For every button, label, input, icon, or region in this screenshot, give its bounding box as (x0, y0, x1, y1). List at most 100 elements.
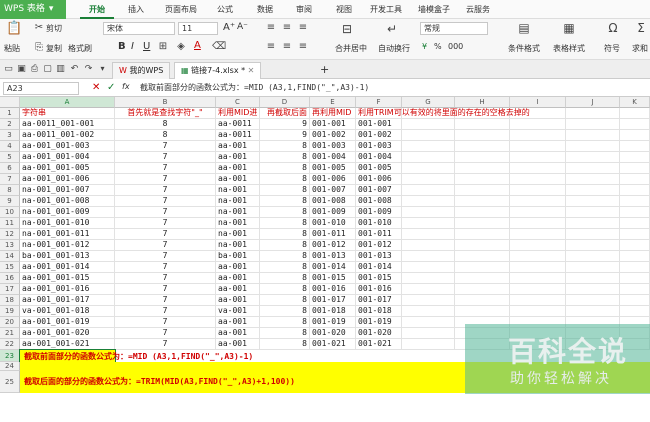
table-cell[interactable]: 001-011 (310, 229, 356, 240)
italic-button[interactable]: I (131, 41, 134, 52)
table-cell[interactable]: 001-005 (310, 163, 356, 174)
table-cell[interactable]: 001-010 (356, 218, 402, 229)
table-cell[interactable]: 001-015 (356, 273, 402, 284)
table-cell[interactable] (566, 108, 620, 119)
wrap-text-button[interactable]: 自动换行 (378, 43, 410, 54)
table-cell[interactable]: aa-001_001-015 (20, 273, 115, 284)
table-cell[interactable] (510, 273, 566, 284)
table-cell[interactable] (455, 218, 510, 229)
table-cell[interactable]: 7 (115, 196, 216, 207)
table-cell[interactable]: 7 (115, 141, 216, 152)
table-cell[interactable]: aa-001_001-017 (20, 295, 115, 306)
table-cell[interactable] (402, 328, 455, 339)
row-header[interactable]: 11 (0, 218, 20, 229)
table-cell[interactable]: 001-008 (310, 196, 356, 207)
tab-insert[interactable]: 插入 (121, 0, 151, 19)
row-header[interactable]: 21 (0, 328, 20, 339)
table-cell[interactable] (455, 185, 510, 196)
table-cell[interactable]: 7 (115, 339, 216, 350)
table-cell[interactable]: 8 (260, 185, 310, 196)
table-cell[interactable]: aa-0011_001-002 (20, 130, 115, 141)
column-header[interactable]: B (115, 97, 216, 108)
table-cell[interactable]: 7 (115, 174, 216, 185)
table-cell[interactable]: 001-021 (356, 339, 402, 350)
tab-data[interactable]: 数据 (250, 0, 280, 19)
table-cell[interactable]: 字符串 (20, 108, 115, 119)
table-cell[interactable] (566, 262, 620, 273)
table-cell[interactable] (455, 306, 510, 317)
row-header[interactable]: 5 (0, 152, 20, 163)
table-cell[interactable] (402, 174, 455, 185)
table-cell[interactable]: 8 (260, 306, 310, 317)
table-cell[interactable]: 001-016 (310, 284, 356, 295)
table-cell[interactable] (620, 240, 650, 251)
table-cell[interactable]: 001-012 (310, 240, 356, 251)
highlight-row[interactable]: 截取前面部分的函数公式为：=MID (A3,1,FIND("_",A3)-1) (19, 349, 253, 363)
table-cell[interactable]: ba-001_001-013 (20, 251, 115, 262)
table-cell[interactable] (510, 130, 566, 141)
table-cell[interactable]: 8 (260, 218, 310, 229)
table-cell[interactable]: aa-0011_001-001 (20, 119, 115, 130)
column-header[interactable]: K (620, 97, 650, 108)
confirm-icon[interactable]: ✓ (107, 82, 115, 93)
table-cell[interactable]: 001-020 (310, 328, 356, 339)
omega-icon[interactable]: Ω (606, 21, 620, 35)
table-cell[interactable] (402, 185, 455, 196)
table-cell[interactable]: 7 (115, 163, 216, 174)
table-cell[interactable]: 8 (260, 317, 310, 328)
table-cell[interactable] (455, 196, 510, 207)
table-cell[interactable] (455, 163, 510, 174)
symbol-button[interactable]: 符号 (604, 43, 620, 54)
table-cell[interactable] (402, 196, 455, 207)
table-cell[interactable]: 8 (260, 141, 310, 152)
font-color-icon[interactable]: A (194, 40, 201, 51)
table-cell[interactable]: aa-001_001-004 (20, 152, 115, 163)
table-cell[interactable]: aa-001 (216, 262, 260, 273)
row-header[interactable]: 25 (0, 371, 20, 393)
column-header[interactable]: H (455, 97, 510, 108)
table-cell[interactable] (510, 207, 566, 218)
table-cell[interactable]: aa-0011 (216, 119, 260, 130)
table-cell[interactable]: 001-013 (310, 251, 356, 262)
table-cell[interactable]: 7 (115, 218, 216, 229)
formula-input[interactable]: 截取前面部分的函数公式为：=MID (A3,1,FIND("_",A3)-1) (140, 82, 369, 93)
table-cell[interactable]: 001-006 (356, 174, 402, 185)
font-name-select[interactable]: 宋体 (103, 22, 175, 35)
table-cell[interactable] (620, 141, 650, 152)
table-cell[interactable]: 001-004 (356, 152, 402, 163)
table-cell[interactable] (566, 130, 620, 141)
table-cell[interactable]: na-001_001-011 (20, 229, 115, 240)
table-cell[interactable]: aa-001_001-016 (20, 284, 115, 295)
table-cell[interactable]: 7 (115, 185, 216, 196)
column-header[interactable]: A (20, 97, 115, 108)
table-cell[interactable]: 001-018 (356, 306, 402, 317)
table-cell[interactable]: aa-001 (216, 328, 260, 339)
table-cell[interactable]: na-001_001-008 (20, 196, 115, 207)
table-cell[interactable] (402, 317, 455, 328)
row-header[interactable]: 19 (0, 306, 20, 317)
table-cell[interactable]: 001-021 (310, 339, 356, 350)
table-cell[interactable]: va-001_001-018 (20, 306, 115, 317)
eraser-icon[interactable]: ⌫ (212, 41, 226, 52)
row-header[interactable]: 12 (0, 229, 20, 240)
table-cell[interactable] (566, 152, 620, 163)
fill-color-icon[interactable]: ◈ (176, 41, 186, 52)
app-menu-button[interactable]: WPS 表格 ▾ (0, 0, 66, 19)
table-cell[interactable] (402, 207, 455, 218)
table-cell[interactable]: 8 (260, 295, 310, 306)
cut-button[interactable]: 剪切 (46, 23, 62, 34)
export-icon[interactable]: ▥ (56, 64, 65, 74)
table-cell[interactable]: aa-001_001-003 (20, 141, 115, 152)
table-cell[interactable]: aa-001 (216, 163, 260, 174)
table-cell[interactable] (620, 130, 650, 141)
table-cell[interactable] (510, 251, 566, 262)
table-cell[interactable] (402, 284, 455, 295)
preview-icon[interactable]: ▢ (43, 64, 52, 74)
format-painter-button[interactable]: 格式刷 (68, 43, 92, 54)
table-cell[interactable]: 8 (260, 273, 310, 284)
bold-button[interactable]: B (118, 41, 126, 52)
table-cell[interactable] (510, 295, 566, 306)
table-cell[interactable]: 001-014 (356, 262, 402, 273)
table-cell[interactable]: na-001_001-007 (20, 185, 115, 196)
table-cell[interactable] (510, 284, 566, 295)
